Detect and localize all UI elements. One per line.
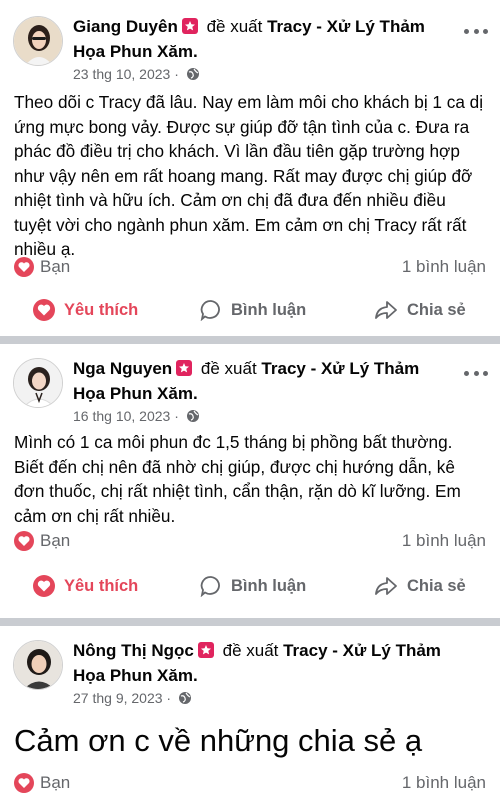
love-icon	[33, 575, 55, 597]
comment-label: Bình luận	[231, 576, 307, 595]
love-button[interactable]: Yêu thích	[33, 290, 138, 330]
share-icon	[374, 299, 398, 321]
comments-count[interactable]: 1 bình luận	[402, 531, 486, 551]
post-meta: 27 thg 9, 2023 ·	[73, 690, 192, 708]
recommend-badge-icon	[176, 360, 193, 376]
author-name[interactable]: Nông Thị Ngọc	[73, 641, 194, 660]
comment-button[interactable]: Bình luận	[200, 566, 306, 606]
recommend-badge-icon	[181, 18, 198, 34]
post-headline: Nga Nguyen đề xuất Tracy - Xử Lý Thảm Họ…	[73, 356, 456, 406]
author-name[interactable]: Giang Duyên	[73, 17, 178, 36]
post-separator	[0, 618, 500, 626]
reaction-summary[interactable]: Bạn	[14, 257, 70, 277]
comment-icon	[200, 575, 222, 597]
recommend-verb: đề xuất	[222, 641, 279, 660]
love-button[interactable]: Yêu thích	[33, 566, 138, 606]
post-header: Nông Thị Ngọc đề xuất Tracy - Xử Lý Thảm…	[0, 626, 500, 716]
post-date[interactable]: 27 thg 9, 2023	[73, 690, 163, 706]
reaction-label: Bạn	[40, 257, 71, 276]
love-icon	[33, 299, 55, 321]
post-stats: Bạn 1 bình luận	[14, 257, 486, 279]
post-body: Cảm ơn c về những chia sẻ ạ	[14, 723, 423, 758]
post-body: Mình có 1 ca môi phun đc 1,5 tháng bị ph…	[14, 432, 461, 526]
love-label: Yêu thích	[64, 576, 139, 595]
more-options-icon[interactable]	[464, 363, 488, 383]
love-reaction-icon	[14, 257, 34, 277]
reaction-summary[interactable]: Bạn	[14, 531, 70, 551]
reaction-label: Bạn	[40, 531, 71, 550]
post-meta: 23 thg 10, 2023 ·	[73, 66, 200, 84]
avatar-image	[14, 359, 62, 407]
post-separator	[0, 336, 500, 344]
more-options-icon[interactable]	[464, 21, 488, 41]
post-headline: Nông Thị Ngọc đề xuất Tracy - Xử Lý Thảm…	[73, 638, 456, 688]
share-label: Chia sẻ	[407, 576, 466, 595]
avatar-image	[14, 641, 62, 689]
globe-icon	[178, 691, 192, 708]
recommend-verb: đề xuất	[200, 359, 257, 378]
avatar[interactable]	[13, 358, 63, 408]
globe-icon	[186, 67, 200, 84]
post-header: Nga Nguyen đề xuất Tracy - Xử Lý Thảm Họ…	[0, 344, 500, 434]
author-name[interactable]: Nga Nguyen	[73, 359, 172, 378]
share-icon	[374, 575, 398, 597]
post-date[interactable]: 16 thg 10, 2023	[73, 408, 170, 424]
post-headline: Giang Duyên đề xuất Tracy - Xử Lý Thảm H…	[73, 14, 456, 64]
share-button[interactable]: Chia sẻ	[374, 566, 466, 606]
post-actions: Yêu thích Bình luận Chia sẻ	[0, 290, 500, 330]
reaction-summary[interactable]: Bạn	[14, 773, 70, 793]
comment-icon	[200, 299, 222, 321]
post-card: Nga Nguyen đề xuất Tracy - Xử Lý Thảm Họ…	[0, 344, 500, 618]
comments-count[interactable]: 1 bình luận	[402, 257, 486, 277]
post-header: Giang Duyên đề xuất Tracy - Xử Lý Thảm H…	[0, 0, 500, 90]
post-date[interactable]: 23 thg 10, 2023	[73, 66, 170, 82]
post-meta: 16 thg 10, 2023 ·	[73, 408, 200, 426]
post-stats: Bạn 1 bình luận	[14, 531, 486, 553]
post-stats: Bạn 1 bình luận	[14, 773, 486, 795]
post-actions: Yêu thích Bình luận Chia sẻ	[0, 566, 500, 606]
globe-icon	[186, 409, 200, 426]
avatar[interactable]	[13, 640, 63, 690]
share-button[interactable]: Chia sẻ	[374, 290, 466, 330]
avatar[interactable]	[13, 16, 63, 66]
comment-label: Bình luận	[231, 300, 307, 319]
love-reaction-icon	[14, 773, 34, 793]
share-label: Chia sẻ	[407, 300, 466, 319]
post-body: Theo dõi c Tracy đã lâu. Nay em làm môi …	[14, 92, 484, 259]
avatar-image	[14, 17, 62, 65]
comments-count[interactable]: 1 bình luận	[402, 773, 486, 793]
reaction-label: Bạn	[40, 773, 71, 792]
love-label: Yêu thích	[64, 300, 139, 319]
post-card: Giang Duyên đề xuất Tracy - Xử Lý Thảm H…	[0, 0, 500, 336]
love-reaction-icon	[14, 531, 34, 551]
recommend-badge-icon	[197, 642, 214, 658]
post-card: Nông Thị Ngọc đề xuất Tracy - Xử Lý Thảm…	[0, 626, 500, 808]
comment-button[interactable]: Bình luận	[200, 290, 306, 330]
recommend-verb: đề xuất	[206, 17, 263, 36]
